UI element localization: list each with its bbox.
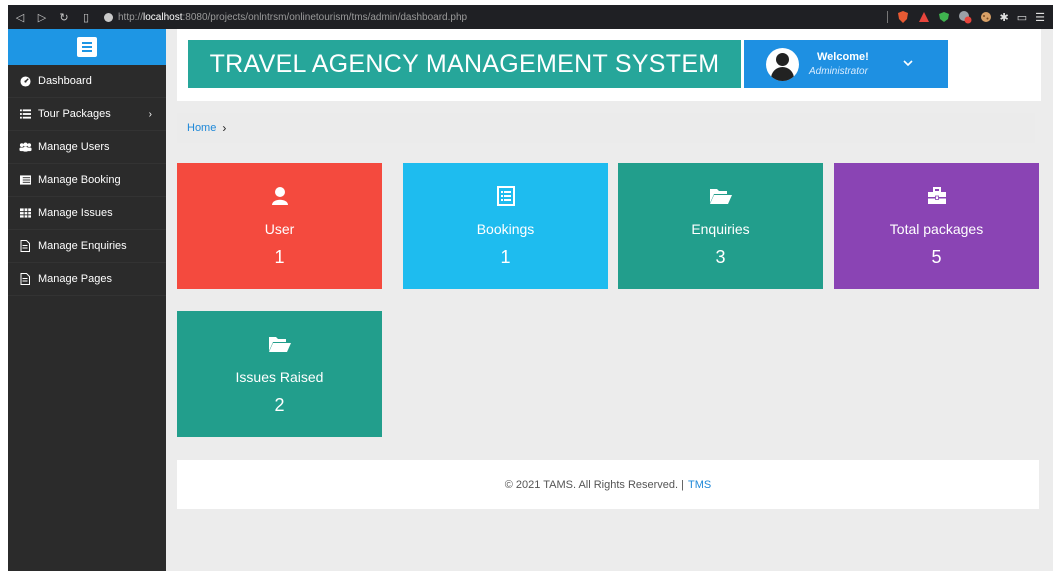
- welcome-text: Welcome!: [817, 51, 869, 63]
- tile-value: 2: [274, 395, 285, 415]
- sidebar: Dashboard Tour Packages › Manage Users M…: [8, 29, 166, 571]
- list-icon: [18, 109, 32, 119]
- chevron-down-icon: [903, 58, 913, 70]
- sidebar-item-manage-booking[interactable]: Manage Booking: [8, 164, 166, 197]
- sidebar-item-dashboard[interactable]: Dashboard: [8, 65, 166, 98]
- sidebar-toggle-icon[interactable]: ▭: [1017, 11, 1027, 24]
- brave-shield-icon[interactable]: [896, 10, 910, 24]
- page-title: TRAVEL AGENCY MANAGEMENT SYSTEM: [188, 40, 741, 88]
- briefcase-icon: [927, 185, 947, 207]
- sidebar-item-label: Manage Pages: [38, 273, 112, 285]
- sidebar-item-label: Manage Booking: [38, 174, 121, 186]
- tile-value: 5: [931, 247, 942, 267]
- file-icon: [18, 240, 32, 252]
- sidebar-item-label: Manage Issues: [38, 207, 113, 219]
- url-prefix: http://: [118, 11, 144, 23]
- rewards-icon[interactable]: [918, 11, 930, 23]
- enquiries-stat-tile[interactable]: Enquiries 3: [618, 163, 823, 289]
- footer-link[interactable]: TMS: [688, 479, 711, 491]
- app-window: ◁ ▷ ↻ ▯ http://localhost:8080/projects/o…: [8, 5, 1053, 571]
- tile-label: Enquiries: [691, 221, 750, 237]
- folder-open-icon: [268, 333, 292, 355]
- sidebar-toggle-button[interactable]: [8, 29, 166, 65]
- sidebar-item-label: Manage Users: [38, 141, 110, 153]
- chevron-right-icon: ›: [148, 108, 152, 120]
- footer-copyright: © 2021 TAMS. All Rights Reserved. |: [504, 478, 685, 491]
- dashboard-icon: [18, 75, 32, 87]
- list-alt-icon: [496, 185, 515, 207]
- shield-extension-icon[interactable]: [938, 11, 950, 23]
- sidebar-item-manage-pages[interactable]: Manage Pages: [8, 263, 166, 296]
- users-icon: [18, 142, 32, 152]
- sidebar-item-tour-packages[interactable]: Tour Packages ›: [8, 98, 166, 131]
- sidebar-item-label: Dashboard: [38, 75, 92, 87]
- forward-icon[interactable]: ▷: [36, 11, 48, 24]
- hamburger-icon: [77, 37, 97, 57]
- total-packages-stat-tile[interactable]: Total packages 5: [834, 163, 1039, 289]
- list-icon: [18, 175, 32, 185]
- issues-raised-stat-tile[interactable]: Issues Raised 2: [177, 311, 382, 437]
- browser-toolbar: ◁ ▷ ↻ ▯ http://localhost:8080/projects/o…: [8, 5, 1053, 29]
- sidebar-item-label: Manage Enquiries: [38, 240, 127, 252]
- bookmark-icon[interactable]: ▯: [80, 11, 92, 24]
- url-path: :8080/projects/onlntrsm/onlinetourism/tm…: [182, 11, 468, 23]
- sidebar-item-label: Tour Packages: [38, 108, 111, 120]
- sidebar-item-manage-users[interactable]: Manage Users: [8, 131, 166, 164]
- user-stat-tile[interactable]: User 1: [177, 163, 382, 289]
- breadcrumb: Home ›: [177, 113, 1035, 143]
- file-icon: [18, 273, 32, 285]
- user-menu-button[interactable]: Welcome! Administrator: [744, 40, 948, 88]
- extensions-puzzle-icon[interactable]: ✱: [1000, 11, 1009, 24]
- bookings-stat-tile[interactable]: Bookings 1: [403, 163, 608, 289]
- reload-icon[interactable]: ↻: [58, 11, 70, 24]
- tile-label: User: [264, 221, 295, 237]
- toolbar-divider: [886, 11, 888, 23]
- address-bar[interactable]: http://localhost:8080/projects/onlntrsm/…: [104, 12, 467, 23]
- avatar: [766, 47, 799, 81]
- footer: © 2021 TAMS. All Rights Reserved. | TMS: [177, 460, 1039, 509]
- tile-label: Total packages: [889, 221, 984, 237]
- sidebar-item-manage-issues[interactable]: Manage Issues: [8, 197, 166, 230]
- folder-open-icon: [709, 185, 733, 207]
- cookie-extension-icon[interactable]: [980, 11, 992, 23]
- user-role: Administrator: [809, 66, 868, 77]
- tile-value: 1: [500, 247, 511, 267]
- tile-value: 1: [274, 247, 285, 267]
- sidebar-item-manage-enquiries[interactable]: Manage Enquiries: [8, 230, 166, 263]
- breadcrumb-separator: ›: [222, 121, 227, 135]
- user-icon: [271, 185, 289, 207]
- back-icon[interactable]: ◁: [14, 11, 26, 24]
- site-info-icon[interactable]: [104, 12, 113, 22]
- table-icon: [18, 208, 32, 218]
- breadcrumb-home-link[interactable]: Home: [187, 122, 216, 134]
- tile-label: Bookings: [476, 221, 535, 237]
- browser-menu-icon[interactable]: ☰: [1035, 11, 1045, 24]
- tile-label: Issues Raised: [235, 369, 324, 385]
- extension-icon[interactable]: [958, 10, 972, 24]
- url-host: localhost: [143, 11, 183, 23]
- tile-value: 3: [715, 247, 726, 267]
- top-header: TRAVEL AGENCY MANAGEMENT SYSTEM Welcome!…: [177, 29, 1041, 101]
